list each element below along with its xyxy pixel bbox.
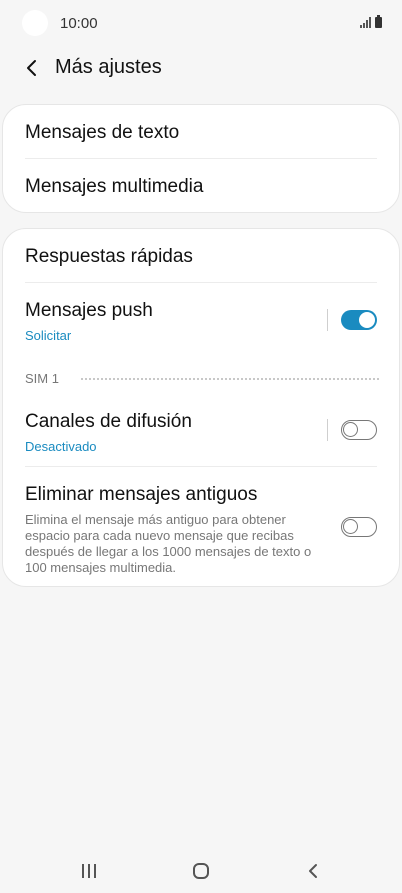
setting-quick-replies[interactable]: Respuestas rápidas (25, 246, 377, 268)
setting-multimedia-messages[interactable]: Mensajes multimedia (25, 176, 377, 198)
setting-label: Mensajes multimedia (25, 176, 204, 197)
home-button[interactable] (189, 859, 213, 883)
chevron-left-icon (27, 60, 36, 76)
toggle-knob (343, 519, 358, 534)
setting-text-messages[interactable]: Mensajes de texto (25, 122, 377, 144)
section-divider (81, 378, 379, 380)
back-button[interactable] (20, 56, 44, 80)
settings-group-other: Respuestas rápidas Mensajes push Solicit… (2, 228, 400, 587)
back-icon (309, 864, 317, 878)
setting-label: Eliminar mensajes antiguos (25, 484, 258, 505)
recent-apps-button[interactable] (77, 859, 101, 883)
system-navbar (0, 845, 402, 893)
setting-delete-old-messages[interactable]: Eliminar mensajes antiguos Elimina el me… (25, 484, 319, 576)
setting-label: Respuestas rápidas (25, 246, 193, 267)
status-bar: 10:00 (0, 0, 402, 48)
setting-status: Desactivado (25, 439, 97, 454)
section-label-sim1: SIM 1 (25, 371, 59, 386)
push-messages-toggle[interactable] (341, 310, 377, 330)
vertical-separator (327, 309, 328, 331)
setting-description: Elimina el mensaje más antiguo para obte… (25, 512, 312, 575)
broadcast-channels-toggle[interactable] (341, 420, 377, 440)
home-icon (193, 863, 209, 879)
divider (25, 158, 377, 159)
divider (25, 466, 377, 467)
nav-back-button[interactable] (302, 859, 326, 883)
delete-old-messages-toggle[interactable] (341, 517, 377, 537)
page-title: Más ajustes (55, 56, 162, 78)
status-icons (360, 15, 382, 28)
toggle-knob (359, 312, 375, 328)
setting-push-messages[interactable]: Mensajes push Solicitar (25, 300, 319, 343)
settings-group-messages: Mensajes de texto Mensajes multimedia (2, 104, 400, 213)
battery-icon (375, 15, 382, 28)
toggle-knob (343, 422, 358, 437)
setting-label: Mensajes push (25, 300, 153, 321)
signal-icon (360, 17, 371, 28)
app-header: Más ajustes (0, 48, 402, 88)
status-time: 10:00 (60, 15, 98, 32)
recent-apps-icon (82, 864, 96, 878)
setting-broadcast-channels[interactable]: Canales de difusión Desactivado (25, 411, 319, 454)
vertical-separator (327, 419, 328, 441)
setting-label: Mensajes de texto (25, 122, 180, 143)
setting-status: Solicitar (25, 328, 72, 343)
camera-cutout (22, 10, 48, 36)
divider (25, 282, 377, 283)
setting-label: Canales de difusión (25, 411, 192, 432)
